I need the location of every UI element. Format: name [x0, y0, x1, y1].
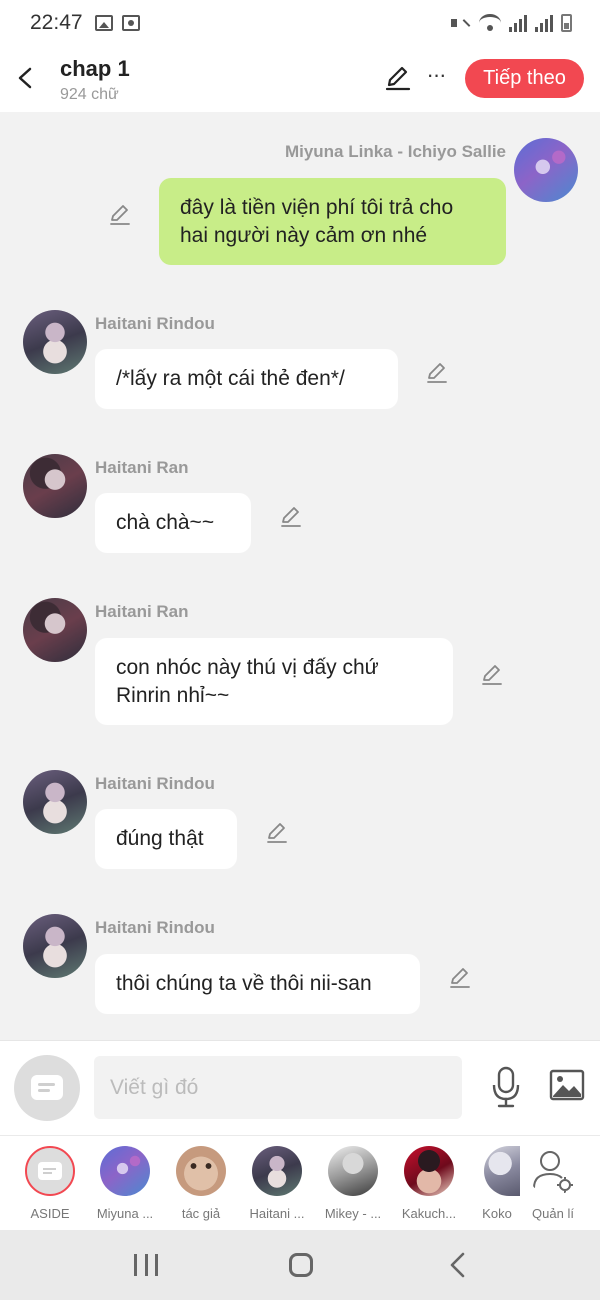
character-mikey[interactable]: Mikey - ...	[317, 1146, 389, 1226]
back-button[interactable]	[12, 60, 38, 96]
avatar	[176, 1146, 226, 1196]
avatar	[484, 1146, 520, 1196]
chapter-header: chap 1 924 chữ ··· Tiếp theo	[0, 46, 600, 112]
character-label: Mikey - ...	[324, 1206, 382, 1221]
sender-name: Miyuna Linka - Ichiyo Sallie	[284, 142, 506, 161]
message-input[interactable]	[94, 1056, 462, 1119]
message-input-bar	[0, 1040, 600, 1135]
edit-message-icon[interactable]	[480, 662, 504, 686]
manage-users-icon	[533, 1151, 573, 1193]
sender-name: Haitani Ran	[95, 602, 189, 621]
signal-icon-2	[535, 14, 553, 32]
signal-icon	[509, 14, 527, 32]
avatar-haitani-rindou[interactable]	[23, 914, 87, 978]
character-tac-gia[interactable]: tác giả	[165, 1146, 237, 1226]
wifi-icon	[479, 14, 501, 32]
message-bubble[interactable]: thôi chúng ta về thôi nii-san	[95, 954, 420, 1014]
chat-area[interactable]: Miyuna Linka - Ichiyo Sallie đây là tiền…	[0, 112, 600, 1040]
next-chapter-button[interactable]: Tiếp theo	[465, 59, 584, 98]
avatar	[328, 1146, 378, 1196]
image-upload-icon[interactable]	[549, 1069, 585, 1101]
avatar	[252, 1146, 302, 1196]
mute-icon	[451, 14, 471, 32]
message-bubble-own[interactable]: đây là tiền viện phí tôi trả cho hai ngư…	[159, 178, 506, 265]
sender-name: Haitani Rindou	[95, 918, 215, 937]
sender-name: Haitani Rindou	[95, 774, 215, 793]
aside-icon	[31, 1075, 63, 1100]
status-icons	[451, 14, 572, 32]
home-button[interactable]	[289, 1253, 313, 1277]
message-bubble[interactable]: /*lấy ra một cái thẻ đen*/	[95, 349, 398, 409]
character-kakucho[interactable]: Kakuch...	[393, 1146, 465, 1226]
more-options-button[interactable]: ···	[424, 64, 448, 92]
character-label: Kakuch...	[401, 1206, 457, 1221]
avatar	[404, 1146, 454, 1196]
chevron-left-icon	[18, 67, 32, 89]
system-navigation-bar	[0, 1230, 600, 1300]
message-bubble[interactable]: đúng thật	[95, 809, 237, 869]
aside-toggle-button[interactable]	[14, 1055, 80, 1121]
chapter-title: chap 1	[60, 56, 130, 81]
aside-icon	[25, 1146, 75, 1196]
character-label: ASIDE	[30, 1206, 70, 1221]
edit-pencil-icon[interactable]	[384, 64, 412, 92]
avatar	[100, 1146, 150, 1196]
sender-name: Haitani Ran	[95, 458, 189, 477]
edit-message-icon[interactable]	[279, 504, 303, 528]
microphone-icon[interactable]	[490, 1065, 522, 1109]
sender-name: Haitani Rindou	[95, 314, 215, 333]
status-bar: 22:47	[0, 0, 600, 46]
character-label: tác giả	[181, 1206, 221, 1221]
character-label: Haitani ...	[249, 1206, 305, 1221]
character-label: Miyuna ...	[96, 1206, 154, 1221]
avatar-miyuna[interactable]	[514, 138, 578, 202]
manage-characters-button[interactable]: Quản lí	[517, 1146, 589, 1226]
word-count: 924 chữ	[60, 86, 119, 103]
edit-message-icon[interactable]	[265, 820, 289, 844]
message-bubble[interactable]: chà chà~~	[95, 493, 251, 553]
recent-apps-button[interactable]	[134, 1254, 158, 1276]
edit-message-icon[interactable]	[425, 360, 449, 384]
status-time: 22:47	[30, 11, 83, 34]
character-haitani[interactable]: Haitani ...	[241, 1146, 313, 1226]
gallery-notification-icon	[94, 15, 113, 31]
edit-message-icon[interactable]	[108, 202, 132, 226]
character-miyuna[interactable]: Miyuna ...	[89, 1146, 161, 1226]
avatar-haitani-ran[interactable]	[23, 454, 87, 518]
edit-message-icon[interactable]	[448, 965, 472, 989]
character-aside[interactable]: ASIDE	[14, 1146, 86, 1226]
system-back-button[interactable]	[448, 1252, 468, 1278]
character-selector: ASIDE Miyuna ... tác giả Haitani ... Mik…	[0, 1135, 600, 1230]
character-koko[interactable]: Koko	[457, 1146, 521, 1226]
avatar-haitani-rindou[interactable]	[23, 770, 87, 834]
message-bubble[interactable]: con nhóc này thú vị đấy chứ Rinrin nhỉ~~	[95, 638, 453, 725]
battery-icon	[561, 14, 572, 32]
character-label: Quản lí	[532, 1206, 574, 1221]
avatar-haitani-rindou[interactable]	[23, 310, 87, 374]
avatar-haitani-ran[interactable]	[23, 598, 87, 662]
screen-recorder-notification-icon	[121, 15, 140, 31]
